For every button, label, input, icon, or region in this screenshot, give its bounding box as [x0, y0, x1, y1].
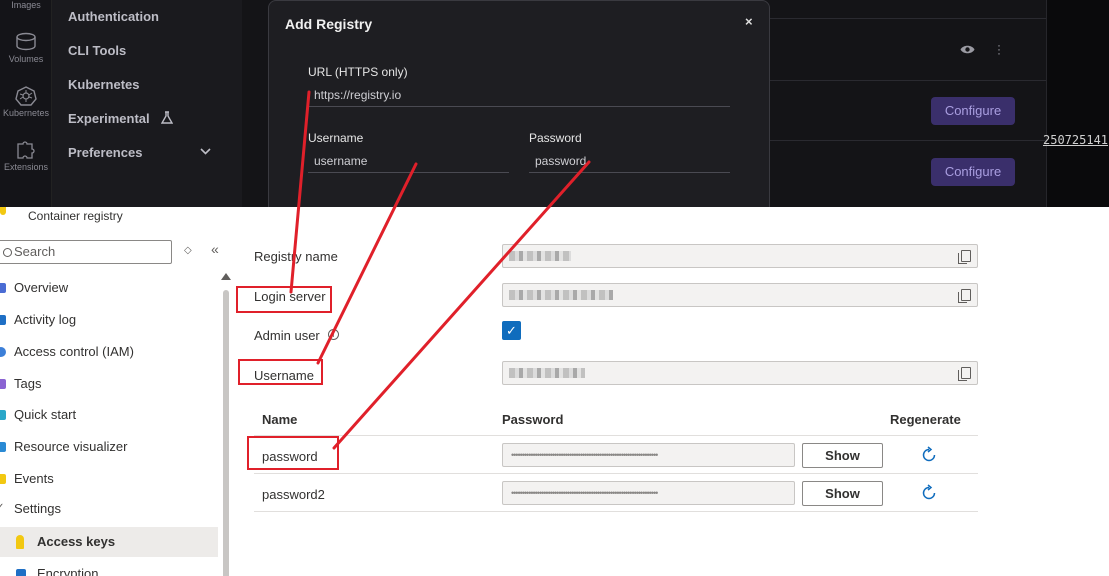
password-value: ••••••••••••••••••••••••••••••••••••••••… [502, 481, 795, 505]
rail-kubernetes[interactable]: Kubernetes [0, 86, 52, 118]
username-label: Username [308, 131, 364, 145]
col-name-header: Name [262, 412, 298, 427]
annotation-box-username [238, 359, 323, 385]
iam-icon [0, 347, 6, 357]
login-server-field [502, 283, 978, 307]
key-icon [16, 535, 24, 549]
rail-images-label: Images [11, 0, 41, 10]
row-divider [770, 140, 1046, 141]
terminal-text: 250725141 [1043, 133, 1109, 147]
azure-portal: Container registry Search ◇ « Overview A… [0, 207, 1109, 576]
username-input[interactable]: username [308, 149, 509, 173]
rail-extensions[interactable]: Extensions [0, 140, 52, 172]
password-label: Password [529, 131, 582, 145]
search-icon [3, 248, 12, 258]
tag-icon [0, 379, 6, 389]
activity-log-icon [0, 315, 6, 325]
sort-icon[interactable]: ◇ [184, 245, 192, 256]
more-vertical-icon[interactable]: · · · [997, 39, 1001, 59]
annotation-box-password [247, 436, 339, 470]
menu-access-keys[interactable]: Access keys [0, 527, 218, 557]
menu-quick-start[interactable]: Quick start [0, 400, 218, 430]
events-icon [0, 474, 6, 484]
refresh-icon[interactable] [920, 484, 938, 502]
eye-icon[interactable] [960, 44, 975, 55]
table-divider [254, 511, 978, 512]
registry-name-label: Registry name [254, 249, 338, 264]
copy-icon[interactable] [958, 289, 971, 303]
docker-settings-window: Images Volumes Kubernetes Extensions Aut [0, 0, 1109, 207]
password-value: ••••••••••••••••••••••••••••••••••••••••… [502, 443, 795, 467]
dialog-title: Add Registry [285, 16, 373, 32]
redacted-value [509, 290, 613, 300]
chevron-down-icon [200, 148, 211, 155]
configure-button[interactable]: Configure [931, 97, 1015, 125]
extensions-icon [17, 141, 35, 159]
annotation-box-login-server [236, 286, 332, 313]
show-password-button[interactable]: Show [802, 443, 883, 468]
table-divider [254, 435, 978, 436]
col-password-header: Password [502, 412, 564, 427]
settings-nav: Authentication CLI Tools Kubernetes Expe… [52, 0, 242, 207]
nav-experimental[interactable]: Experimental [68, 111, 174, 126]
rail-volumes[interactable]: Volumes [0, 32, 52, 64]
menu-access-control[interactable]: Access control (IAM) [0, 337, 218, 367]
username-field [502, 361, 978, 385]
row-name: password2 [262, 487, 325, 502]
menu-resource-visualizer[interactable]: Resource visualizer [0, 432, 218, 462]
chevron-down-icon: ✓ [0, 502, 5, 513]
nav-cli-tools[interactable]: CLI Tools [68, 43, 126, 58]
close-icon[interactable]: × [745, 14, 753, 29]
scroll-up-icon[interactable] [221, 273, 231, 280]
breadcrumb[interactable]: Container registry [28, 209, 123, 223]
copy-icon[interactable] [958, 367, 971, 381]
registry-name-field [502, 244, 978, 268]
show-password-button[interactable]: Show [802, 481, 883, 506]
rail-volumes-label: Volumes [8, 54, 44, 64]
info-icon[interactable]: i [328, 329, 339, 340]
menu-overview[interactable]: Overview [0, 273, 218, 303]
volumes-icon [16, 32, 36, 51]
add-registry-dialog: Add Registry × URL (HTTPS only) https://… [268, 0, 770, 207]
menu-encryption[interactable]: Encryption [0, 559, 218, 576]
col-regenerate-header: Regenerate [890, 412, 961, 427]
flask-icon [161, 111, 174, 124]
menu-events[interactable]: Events [0, 464, 218, 494]
url-input[interactable]: https://registry.io [308, 83, 730, 107]
redacted-value [509, 368, 585, 378]
collapse-icon[interactable]: « [211, 241, 219, 257]
configure-button[interactable]: Configure [931, 158, 1015, 186]
menu-activity-log[interactable]: Activity log [0, 305, 218, 335]
left-rail: Images Volumes Kubernetes Extensions [0, 0, 52, 207]
row-divider [770, 18, 1046, 19]
menu-tags[interactable]: Tags [0, 369, 218, 399]
admin-user-label: Admin user [254, 328, 320, 343]
search-input[interactable]: Search [0, 240, 172, 264]
menu-settings[interactable]: ✓ Settings [0, 494, 218, 524]
rail-extensions-label: Extensions [3, 162, 49, 172]
visualizer-icon [0, 442, 6, 452]
quick-start-icon [0, 410, 6, 420]
table-divider [254, 473, 978, 474]
rail-images[interactable]: Images [0, 0, 52, 10]
password-input[interactable]: password [529, 149, 730, 173]
nav-kubernetes[interactable]: Kubernetes [68, 77, 140, 92]
nav-authentication[interactable]: Authentication [68, 9, 159, 24]
terminal-strip [1046, 0, 1109, 207]
admin-user-checkbox[interactable]: ✓ [502, 321, 521, 340]
scrollbar[interactable] [223, 290, 229, 576]
copy-icon[interactable] [958, 250, 971, 264]
kubernetes-icon [15, 86, 37, 106]
redacted-value [509, 251, 571, 261]
url-label: URL (HTTPS only) [308, 65, 408, 79]
nav-preferences[interactable]: Preferences [68, 145, 228, 160]
row-divider [770, 80, 1046, 81]
rail-kubernetes-label: Kubernetes [2, 108, 50, 118]
overview-icon [0, 283, 6, 293]
refresh-icon[interactable] [920, 446, 938, 464]
key-icon [0, 207, 6, 215]
shield-icon [16, 569, 26, 576]
